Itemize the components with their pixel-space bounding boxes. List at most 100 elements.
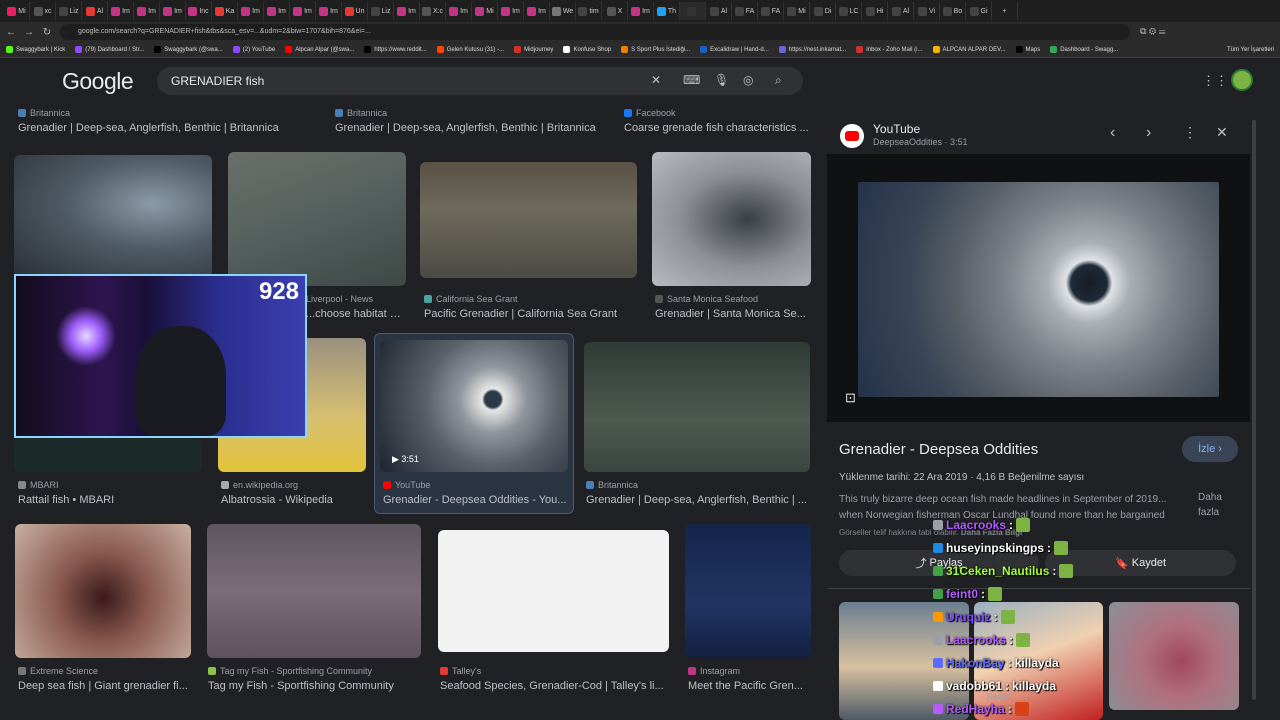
scrollbar[interactable] (1252, 120, 1256, 700)
browser-tab[interactable]: Im (524, 2, 550, 20)
bookmark-item[interactable]: Konfuse Shop (563, 46, 611, 53)
extensions-icon[interactable]: ⧉ ⚙ ☰ (1140, 26, 1165, 37)
lens-icon[interactable]: ◎ (743, 73, 753, 87)
browser-tab[interactable]: FA (732, 2, 758, 20)
browser-tab[interactable]: Ka (212, 2, 238, 20)
all-bookmarks-button[interactable]: Tüm Yer İşaretleri (1227, 47, 1280, 53)
panel-description: This truly bizarre deep ocean fish made … (839, 494, 1167, 505)
result-title[interactable]: Pacific Grenadier | California Sea Grant (424, 308, 639, 320)
bookmark-item[interactable]: ALPCAN ALPAR DEV... (932, 46, 1006, 53)
result-title[interactable]: Deep sea fish | Giant grenadier fi... (18, 680, 193, 692)
more-options-icon[interactable]: ⋮ (1183, 124, 1197, 141)
bookmark-item[interactable]: (2) YouTube (232, 46, 275, 53)
browser-tab[interactable]: tim (576, 2, 602, 20)
result-title[interactable]: Albatrossia - Wikipedia (221, 494, 371, 506)
result-title[interactable]: Grenadier - Deepsea Oddities - You... (383, 494, 568, 506)
bookmark-item[interactable]: Excalidraw | Hand-d... (700, 46, 769, 53)
browser-tab[interactable]: Im (394, 2, 420, 20)
mic-icon[interactable]: 🎙 (714, 73, 729, 87)
browser-tab[interactable]: Inc (186, 2, 212, 20)
browser-tab[interactable]: Im (628, 2, 654, 20)
browser-tab[interactable]: We (550, 2, 576, 20)
next-icon[interactable]: › (1146, 124, 1151, 142)
result-title[interactable]: Grenadier | Deep-sea, Anglerfish, Benthi… (335, 122, 615, 134)
bookmark-item[interactable]: Gelen Kutusu (31) -... (436, 46, 504, 53)
preview-image[interactable] (858, 182, 1219, 397)
bookmark-item[interactable]: Dashboard - Swagg... (1050, 46, 1118, 53)
browser-tab[interactable]: Im (238, 2, 264, 20)
browser-tab[interactable]: Gi (966, 2, 992, 20)
search-input[interactable] (171, 71, 591, 91)
bookmark-item[interactable]: S Sport Plus İstediği... (621, 46, 690, 53)
browser-tab[interactable]: Mi (4, 2, 30, 20)
browser-tab[interactable]: Im (134, 2, 160, 20)
avatar[interactable] (1231, 69, 1253, 91)
bookmark-item[interactable]: Swaggybark | Kick (6, 46, 65, 53)
related-image[interactable] (1109, 602, 1239, 710)
bookmark-item[interactable]: Inbox - Zoho Mail (i... (856, 46, 923, 53)
result-title[interactable]: Meet the Pacific Gren... (688, 680, 810, 692)
search-box[interactable]: ✕ ⌨ 🎙 ◎ ⌕ (157, 67, 803, 95)
browser-tab[interactable]: LC (836, 2, 862, 20)
new-tab-button[interactable]: + (992, 2, 1018, 20)
result-title[interactable]: Rattail fish • MBARI (18, 494, 208, 506)
panel-title[interactable]: Grenadier - Deepsea Oddities (839, 441, 1038, 458)
bookmark-item[interactable]: Midjourney (514, 46, 553, 53)
more-link[interactable]: fazla (1198, 507, 1219, 518)
browser-tab[interactable] (680, 2, 706, 20)
url-input[interactable]: google.com/search?q=GRENADIER+fish&tbs&s… (60, 24, 1130, 40)
result-title[interactable]: Grenadier | Deep-sea, Anglerfish, Benthi… (586, 494, 808, 506)
google-logo[interactable]: Google (62, 68, 134, 95)
bookmark-item[interactable]: Maps (1015, 46, 1040, 53)
browser-tab[interactable]: Im (498, 2, 524, 20)
forward-icon[interactable]: → (22, 27, 36, 38)
browser-tab[interactable]: FA (758, 2, 784, 20)
browser-tab[interactable]: Vi (914, 2, 940, 20)
browser-tab[interactable]: Im (446, 2, 472, 20)
tab-favicon-icon (551, 6, 561, 16)
bookmark-item[interactable]: (79) Dashboard / Str... (75, 46, 144, 53)
browser-tab[interactable]: X:c (420, 2, 446, 20)
browser-tab[interactable]: Al (706, 2, 732, 20)
panel-source[interactable]: YouTube (873, 122, 920, 136)
bookmark-item[interactable]: https://www.reddit... (364, 46, 427, 53)
result-title[interactable]: Grenadier | Santa Monica Se... (655, 308, 810, 320)
browser-tab[interactable]: Mi (472, 2, 498, 20)
browser-tab[interactable]: Al (888, 2, 914, 20)
close-icon[interactable]: ✕ (1216, 124, 1228, 141)
browser-tab[interactable]: Im (264, 2, 290, 20)
browser-tab[interactable]: Hi (862, 2, 888, 20)
bookmark-item[interactable]: https://nest.inkarnat... (778, 46, 846, 53)
bookmark-item[interactable]: Alpcan Alpar (@swa... (285, 46, 354, 53)
result-title[interactable]: Coarse grenade fish characteristics ... (624, 122, 814, 134)
result-title[interactable]: Tag my Fish - Sportfishing Community (208, 680, 423, 692)
browser-tab[interactable]: Im (290, 2, 316, 20)
reload-icon[interactable]: ↻ (40, 27, 54, 38)
prev-icon[interactable]: ‹ (1110, 124, 1115, 142)
result-title[interactable]: ...choose habitat acc... (306, 308, 406, 320)
browser-tab[interactable]: X (602, 2, 628, 20)
watch-button[interactable]: İzle › (1182, 436, 1238, 462)
browser-tab[interactable]: Al (82, 2, 108, 20)
save-button[interactable]: 🔖 Kaydet (1045, 550, 1236, 576)
result-title[interactable]: Seafood Species, Grenadier-Cod | Talley'… (440, 680, 665, 692)
browser-tab[interactable]: Liz (368, 2, 394, 20)
browser-tab[interactable]: Im (160, 2, 186, 20)
keyboard-icon[interactable]: ⌨ (683, 73, 700, 87)
browser-tab[interactable]: Im (108, 2, 134, 20)
browser-tab[interactable]: Im (316, 2, 342, 20)
browser-tab[interactable]: Bo (940, 2, 966, 20)
back-icon[interactable]: ← (4, 27, 18, 38)
lens-search-icon[interactable]: ⊡ (845, 390, 856, 406)
search-icon[interactable]: ⌕ (775, 73, 782, 88)
browser-tab[interactable]: Th (654, 2, 680, 20)
clear-icon[interactable]: ✕ (651, 73, 661, 87)
browser-tab[interactable]: Liz (56, 2, 82, 20)
more-link[interactable]: Daha (1198, 492, 1222, 503)
bookmark-item[interactable]: Swaggybark (@swa... (154, 46, 223, 53)
browser-tab[interactable]: Di (810, 2, 836, 20)
browser-tab[interactable]: Mi (784, 2, 810, 20)
browser-tab[interactable]: xc (30, 2, 56, 20)
result-title[interactable]: Grenadier | Deep-sea, Anglerfish, Benthi… (18, 122, 318, 134)
browser-tab[interactable]: Un (342, 2, 368, 20)
